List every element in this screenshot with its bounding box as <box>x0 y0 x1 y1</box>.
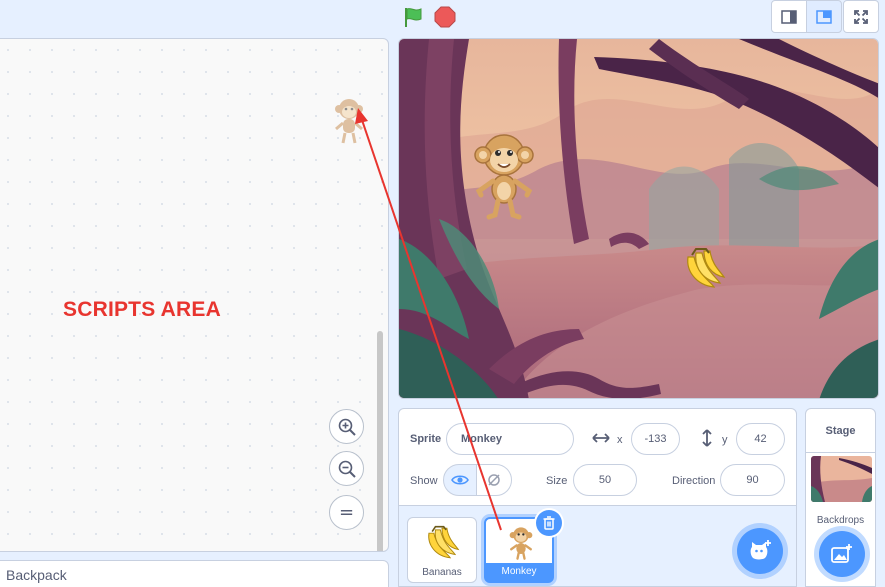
monkey-sprite[interactable] <box>471 129 537 221</box>
stage-target-pane[interactable]: Stage Backdrops <box>805 408 876 587</box>
show-label: Show <box>410 475 438 487</box>
show-hidden-toggle[interactable] <box>476 464 512 496</box>
eye-icon <box>451 475 469 485</box>
show-visible-toggle[interactable] <box>443 464 477 496</box>
sprite-list: Bananas Monkey <box>398 506 797 587</box>
image-add-icon <box>831 544 852 563</box>
sprite-watermark-icon <box>335 99 363 144</box>
green-flag-icon[interactable] <box>402 6 424 28</box>
choose-sprite-button[interactable] <box>737 528 783 574</box>
size-label: Size <box>546 475 568 487</box>
monkey-thumbnail-icon <box>509 527 533 560</box>
backpack-panel[interactable]: Backpack <box>0 560 389 587</box>
stop-icon[interactable] <box>434 6 456 28</box>
direction-label: Direction <box>672 475 716 487</box>
y-position-icon <box>702 429 712 447</box>
small-stage-icon <box>781 9 797 24</box>
trash-icon <box>543 516 555 530</box>
sprite-info-panel: Sprite Monkey x -133 y 42 Show Size 50 D… <box>398 408 797 506</box>
bananas-sprite[interactable] <box>682 247 726 291</box>
scripts-area[interactable]: SCRIPTS AREA = <box>0 38 389 552</box>
sprite-name-value: Monkey <box>461 433 502 445</box>
zoom-reset-icon: = <box>338 502 355 523</box>
fullscreen-button[interactable] <box>843 0 879 33</box>
zoom-in-button[interactable] <box>329 409 364 444</box>
fullscreen-icon <box>854 9 868 24</box>
zoom-out-icon <box>338 460 356 478</box>
stage-header <box>0 0 885 36</box>
eye-hidden-icon <box>488 474 500 486</box>
bananas-thumbnail-icon <box>428 525 460 559</box>
x-label: x <box>617 434 623 446</box>
sprite-tile-label: Bananas <box>422 567 462 578</box>
size-value: 50 <box>598 474 612 486</box>
zoom-reset-button[interactable]: = <box>329 495 364 530</box>
stage-pane-title: Stage <box>806 409 875 453</box>
normal-stage-icon <box>816 9 832 24</box>
y-position-field[interactable]: 42 <box>736 423 785 455</box>
backpack-label: Backpack <box>6 567 67 583</box>
backdrops-label: Backdrops <box>816 515 865 526</box>
normal-stage-button[interactable] <box>806 0 842 33</box>
y-position-value: 42 <box>754 433 767 445</box>
cat-add-icon <box>750 540 771 560</box>
sprite-name-label: Sprite <box>410 433 442 445</box>
size-field[interactable]: 50 <box>573 464 637 496</box>
x-position-value: -133 <box>644 433 667 445</box>
delete-sprite-button[interactable] <box>536 510 562 536</box>
x-position-field[interactable]: -133 <box>631 423 680 455</box>
backdrop-thumbnail[interactable] <box>811 456 872 502</box>
zoom-out-button[interactable] <box>329 451 364 486</box>
choose-backdrop-button[interactable] <box>819 531 865 577</box>
sprite-tile-bananas[interactable]: Bananas <box>407 517 477 583</box>
vertical-scrollbar[interactable] <box>377 331 383 551</box>
y-label: y <box>722 434 728 446</box>
zoom-in-icon <box>338 418 356 436</box>
direction-value: 90 <box>746 474 759 486</box>
stage[interactable] <box>398 38 879 399</box>
sprite-tile-label: Monkey <box>486 563 552 581</box>
small-stage-button[interactable] <box>771 0 807 33</box>
scripts-area-annotation: SCRIPTS AREA <box>63 298 221 321</box>
sprite-name-field[interactable]: Monkey <box>446 423 574 455</box>
direction-field[interactable]: 90 <box>720 464 785 496</box>
x-position-icon <box>592 433 610 443</box>
